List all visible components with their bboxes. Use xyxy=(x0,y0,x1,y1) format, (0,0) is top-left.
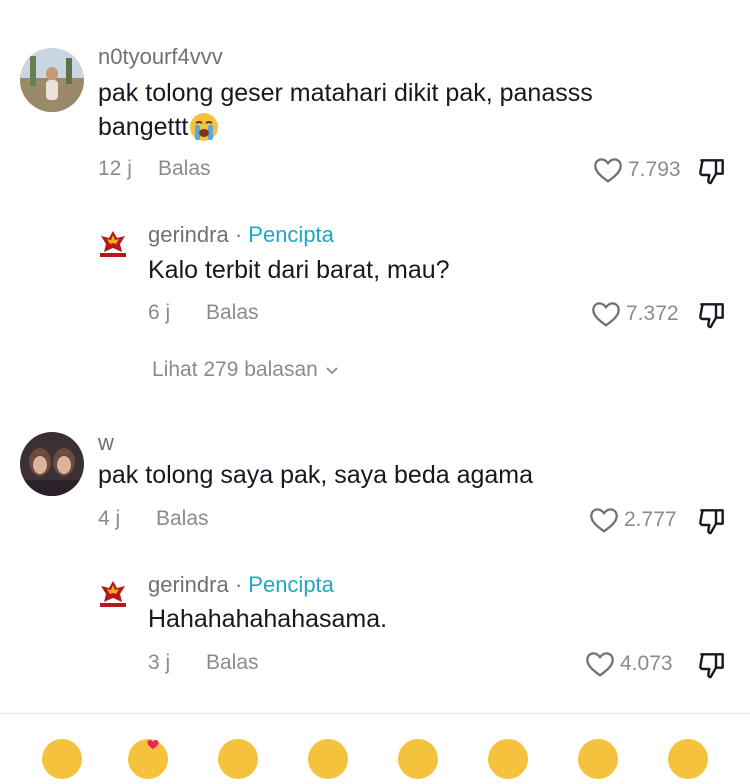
like-count: 4.073 xyxy=(620,652,673,675)
garuda-logo-icon xyxy=(92,574,134,616)
comment-username[interactable]: w xyxy=(98,430,114,456)
emoji-thumbs-icon[interactable] xyxy=(668,739,708,779)
comment-text: pak tolong saya pak, saya beda agama xyxy=(98,461,534,489)
reply-text: Kalo terbit dari barat, mau? xyxy=(148,256,450,284)
heart-icon xyxy=(592,302,620,327)
like-button[interactable]: 7.372 xyxy=(590,298,679,330)
emoji-grin-icon[interactable] xyxy=(42,739,82,779)
emoji-heart-eyes-icon[interactable] xyxy=(128,739,168,779)
chevron-down-icon xyxy=(326,367,338,375)
garuda-logo-icon xyxy=(92,224,134,266)
reply-text: Hahahahahahasama. xyxy=(148,605,388,633)
emoji-quick-bar xyxy=(0,713,750,779)
reply-button[interactable]: Balas xyxy=(206,301,259,325)
avatar[interactable] xyxy=(20,432,84,496)
comment-text-line: pak tolong geser matahari dikit pak, pan… xyxy=(98,79,593,107)
avatar[interactable] xyxy=(20,48,84,112)
emoji-laugh-icon[interactable] xyxy=(218,739,258,779)
comment-text-line-text: bangettt xyxy=(98,113,189,141)
reply-header: gerindra · Pencipta xyxy=(148,222,334,248)
reply-header: gerindra · Pencipta xyxy=(148,572,334,598)
crying-emoji-icon xyxy=(190,113,219,141)
like-button[interactable]: 2.777 xyxy=(588,504,677,536)
emoji-smile-icon[interactable] xyxy=(398,739,438,779)
reply-time: 6 j xyxy=(148,301,171,324)
creator-avatar[interactable] xyxy=(92,224,134,266)
creator-badge: Pencipta xyxy=(248,222,334,247)
dislike-icon[interactable] xyxy=(696,505,728,537)
heart-icon xyxy=(590,508,618,533)
separator-dot: · xyxy=(228,222,249,247)
dislike-icon[interactable] xyxy=(696,649,728,681)
emoji-surprise-icon[interactable] xyxy=(488,739,528,779)
reply-button[interactable]: Balas xyxy=(158,157,211,181)
creator-badge: Pencipta xyxy=(248,572,334,597)
avatar-photo-icon xyxy=(20,48,84,112)
creator-avatar[interactable] xyxy=(92,574,134,616)
heart-icon xyxy=(586,652,614,677)
reply-button[interactable]: Balas xyxy=(156,507,209,531)
like-count: 7.372 xyxy=(626,302,679,325)
avatar-photo-icon xyxy=(20,432,84,496)
comment-text-line-2: bangettt xyxy=(98,110,593,144)
separator-dot: · xyxy=(228,572,249,597)
comment-username[interactable]: n0tyourf4vvv xyxy=(98,44,223,70)
dislike-icon[interactable] xyxy=(696,299,728,331)
comment-time: 12 j xyxy=(98,157,132,180)
reply-username[interactable]: gerindra xyxy=(148,572,229,597)
heart-icon xyxy=(147,739,159,749)
emoji-cry-icon[interactable] xyxy=(578,739,618,779)
comment-text: pak tolong geser matahari dikit pak, pan… xyxy=(98,76,593,144)
like-button[interactable]: 4.073 xyxy=(584,648,673,680)
reply-time: 3 j xyxy=(148,651,171,674)
reply-username[interactable]: gerindra xyxy=(148,222,229,247)
like-count: 7.793 xyxy=(628,158,681,181)
heart-icon xyxy=(594,158,622,183)
like-count: 2.777 xyxy=(624,508,677,531)
like-button[interactable]: 7.793 xyxy=(592,154,681,186)
view-replies-label: Lihat 279 balasan xyxy=(152,358,318,381)
dislike-icon[interactable] xyxy=(696,155,728,187)
view-replies-button[interactable]: Lihat 279 balasan xyxy=(152,358,340,382)
reply-button[interactable]: Balas xyxy=(206,651,259,675)
emoji-wink-icon[interactable] xyxy=(308,739,348,779)
comment-time: 4 j xyxy=(98,507,121,530)
